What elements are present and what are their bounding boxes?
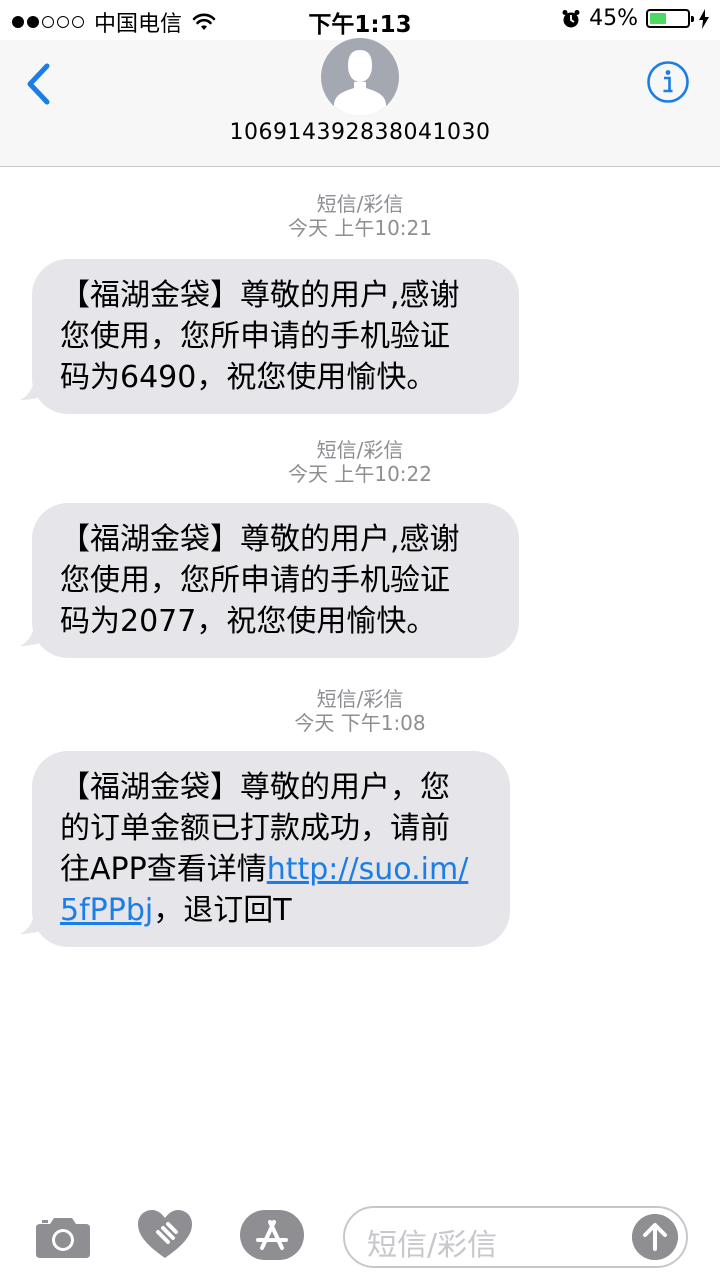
message-line: 码为6490，祝您使用愉快。 [60,360,437,395]
person-silhouette-icon [334,50,386,116]
camera-icon[interactable] [36,1214,90,1258]
message-input-placeholder: 短信/彩信 [367,1228,498,1263]
message-line: 【福湖金袋】尊敬的用户，您 [60,770,450,805]
status-bar: 中国电信 下午1:13 45% [0,0,720,40]
message-line: 往APP查看详情http://suo.im/ [60,849,484,890]
message-timestamp: 今天 下午1:08 [294,711,426,735]
message-timestamp: 今天 上午10:21 [288,216,432,240]
arrow-up-icon[interactable] [632,1214,678,1260]
message-type-label: 短信/彩信 [316,438,404,462]
message-thread[interactable]: 短信/彩信 今天 上午10:21 【福湖金袋】尊敬的用户,感谢 您使用，您所申请… [0,166,720,1196]
message-bubble[interactable]: 【福湖金袋】尊敬的用户,感谢 您使用，您所申请的手机验证 码为6490，祝您使用… [32,259,519,414]
conversation-header: 106914392838041030 [0,38,720,167]
message-type-label: 短信/彩信 [316,687,404,711]
message-bubble[interactable]: 【福湖金袋】尊敬的用户，您 的订单金额已打款成功，请前 往APP查看详情http… [32,751,510,947]
battery-icon [646,9,694,28]
message-timestamp: 今天 上午10:22 [288,462,432,486]
message-bubble[interactable]: 【福湖金袋】尊敬的用户,感谢 您使用，您所申请的手机验证 码为2077，祝您使用… [32,503,519,658]
heart-hand-icon[interactable] [138,1210,192,1260]
app-store-icon[interactable] [240,1210,304,1260]
message-type-label: 短信/彩信 [316,192,404,216]
message-line: 【福湖金袋】尊敬的用户,感谢 [60,522,460,557]
message-input[interactable]: 短信/彩信 [343,1206,688,1268]
message-text: ，退订回T [153,893,292,928]
contact-number[interactable]: 106914392838041030 [0,120,720,145]
message-line: 5fPPbj，退订回T [60,890,484,931]
charging-bolt-icon [699,8,709,29]
message-line: 【福湖金袋】尊敬的用户,感谢 [60,278,460,313]
message-line: 您使用，您所申请的手机验证 [60,319,450,354]
message-line: 码为2077，祝您使用愉快。 [60,604,437,639]
message-link[interactable]: http://suo.im/ [267,852,469,887]
message-line: 您使用，您所申请的手机验证 [60,563,450,598]
chevron-left-icon[interactable] [20,60,60,108]
avatar[interactable] [321,38,399,116]
info-icon[interactable] [646,60,690,104]
alarm-clock-icon [562,9,580,27]
message-line: 的订单金额已打款成功，请前 [60,811,450,846]
status-right: 45% [561,6,710,31]
battery-percent: 45% [589,6,638,31]
compose-bar: 短信/彩信 [0,1196,720,1280]
message-text: 往APP查看详情 [60,852,267,887]
message-link[interactable]: 5fPPbj [60,893,153,928]
